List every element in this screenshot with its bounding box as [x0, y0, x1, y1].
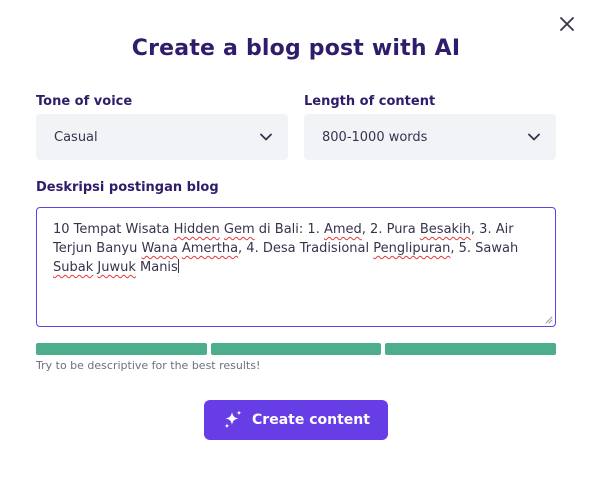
misspelled-word: Subak: [53, 260, 94, 275]
create-content-label: Create content: [252, 412, 370, 428]
length-value: 800-1000 words: [322, 129, 428, 145]
misspelled-word: Amertha: [181, 241, 239, 256]
quality-meter-segment: [210, 343, 382, 355]
misspelled-word: Juwuk: [97, 260, 136, 275]
quality-meter-segment: [385, 343, 557, 355]
text-caret: [177, 259, 179, 273]
dialog-title: Create a blog post with AI: [131, 36, 461, 61]
misspelled-word: Gem: [223, 222, 255, 237]
misspelled-word: Amed: [323, 222, 362, 237]
misspelled-word: Penglipuran: [373, 241, 451, 256]
chevron-down-icon: [528, 133, 540, 141]
description-text: 10 Tempat Wisata Hidden Gem di Bali: 1. …: [53, 222, 519, 275]
tone-select[interactable]: Casual: [36, 114, 288, 160]
quality-meter-segment: [36, 343, 207, 355]
misspelled-word: Wana: [141, 241, 178, 256]
tone-value: Casual: [54, 129, 98, 145]
chevron-down-icon: [260, 133, 272, 141]
description-quality-meter: [36, 343, 557, 355]
description-textarea[interactable]: 10 Tempat Wisata Hidden Gem di Bali: 1. …: [36, 207, 556, 327]
misspelled-word: Besakih: [419, 222, 471, 237]
description-hint: Try to be descriptive for the best resul…: [36, 359, 261, 372]
resize-handle-icon[interactable]: [545, 316, 553, 324]
tone-label: Tone of voice: [36, 94, 133, 109]
close-icon: [560, 17, 574, 31]
description-label: Deskripsi postingan blog: [36, 180, 219, 195]
misspelled-word: Hidden: [173, 222, 220, 237]
close-button[interactable]: [555, 12, 579, 36]
length-label: Length of content: [304, 94, 436, 109]
sparkle-icon: [224, 410, 242, 429]
length-select[interactable]: 800-1000 words: [304, 114, 556, 160]
create-content-button[interactable]: Create content: [204, 400, 388, 440]
